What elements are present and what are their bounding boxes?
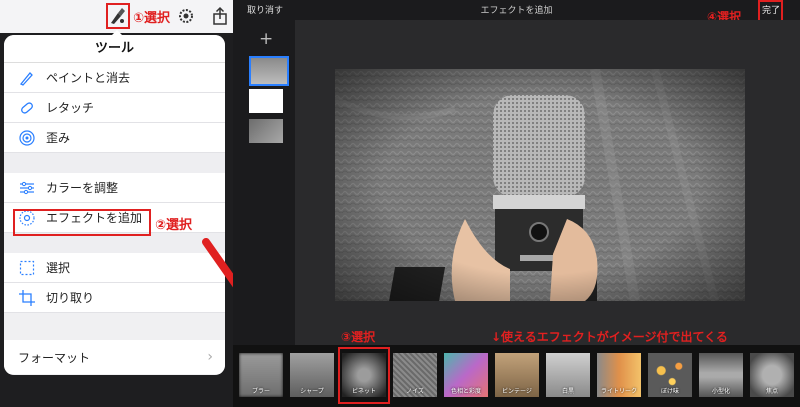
- effect-label: ビンテージ: [502, 388, 532, 395]
- effect-hue-saturation[interactable]: 色相と彩度: [444, 353, 488, 397]
- menu-item-label: 歪み: [46, 131, 71, 145]
- menu-group-draw: ペイントと消去 レタッチ 歪み: [4, 63, 225, 153]
- microphone-photo-image: [335, 69, 745, 301]
- page-thumbnail[interactable]: [249, 119, 283, 143]
- callout-effects-hint: ↓使えるエフェクトがイメージ付で出てくる: [491, 330, 728, 344]
- photo-microphone[interactable]: [335, 69, 745, 301]
- effect-noise[interactable]: ノイズ: [393, 353, 437, 397]
- effect-miniature[interactable]: 小型化: [699, 353, 743, 397]
- menu-item-adjust-color[interactable]: カラーを調整: [4, 173, 225, 203]
- effect-bokeh[interactable]: ぼけ味: [648, 353, 692, 397]
- menu-item-label: 切り取り: [46, 291, 95, 305]
- tools-popover: ツール ペイントと消去 レタッチ 歪み カラーを調整 エフェクトを追加 選択 切…: [4, 35, 225, 375]
- effect-label: 色相と彩度: [450, 388, 481, 395]
- settings-button[interactable]: [176, 6, 196, 26]
- page-thumbnails: +: [233, 26, 295, 346]
- effect-vintage[interactable]: ビンテージ: [495, 353, 539, 397]
- effects-strip: ブラー シャープ ビネット ノイズ 色相と彩度 ビンテージ 白黒 ライトリーク: [233, 345, 800, 407]
- group-divider: [4, 233, 225, 253]
- effect-focus[interactable]: 焦点: [750, 353, 794, 397]
- gear-icon: [179, 9, 193, 23]
- annotation-box-step3: [338, 347, 390, 404]
- tools-button[interactable]: [106, 3, 130, 29]
- callout-step2: ②選択: [155, 218, 193, 233]
- effect-light-leak[interactable]: ライトリーク: [597, 353, 641, 397]
- editor-pane: 取り消す エフェクトを追加 ④選択 完了 + ③選択 ↓使えるエフェクトがイメー…: [233, 0, 800, 407]
- effect-label: 小型化: [711, 388, 730, 395]
- menu-item-crop[interactable]: 切り取り: [4, 283, 225, 313]
- top-toolbar: ①選択: [0, 0, 233, 33]
- marquee-icon: [19, 260, 35, 275]
- crop-icon: [19, 289, 35, 306]
- menu-item-paint-erase[interactable]: ペイントと消去: [4, 63, 225, 93]
- menu-group-select: 選択 切り取り: [4, 253, 225, 313]
- share-button[interactable]: [210, 6, 230, 26]
- bandage-icon: [21, 101, 33, 114]
- effect-black-white[interactable]: 白黒: [546, 353, 590, 397]
- chevron-right-icon: ›: [207, 349, 213, 365]
- share-icon: [213, 6, 227, 25]
- menu-item-retouch[interactable]: レタッチ: [4, 93, 225, 123]
- callout-step1: ①選択: [133, 11, 171, 26]
- menu-item-format[interactable]: フォーマット ›: [4, 340, 225, 374]
- swirl-icon: [19, 129, 35, 146]
- add-page-button[interactable]: +: [259, 29, 273, 49]
- menu-item-distort[interactable]: 歪み: [4, 123, 225, 153]
- canvas-area: [295, 20, 800, 346]
- page-thumbnail[interactable]: [249, 89, 283, 113]
- effect-label: ぼけ味: [660, 388, 679, 395]
- effect-label: ノイズ: [406, 388, 424, 395]
- sliders-icon: [20, 181, 34, 194]
- menu-item-label: カラーを調整: [46, 181, 119, 195]
- effect-label: 焦点: [765, 388, 778, 395]
- effect-label: シャープ: [300, 388, 324, 395]
- done-button[interactable]: 完了: [762, 3, 780, 16]
- paintbrush-icon: [19, 71, 33, 86]
- left-pane: ①選択 ツール ペイントと消去 レタッチ 歪み カラーを調整 エフェクトを追加 …: [0, 0, 233, 407]
- effect-blur[interactable]: ブラー: [239, 353, 283, 397]
- brush-icon: [111, 8, 125, 24]
- effect-label: ライトリーク: [600, 388, 637, 395]
- menu-item-label: フォーマット: [18, 350, 91, 365]
- callout-step3: ③選択: [341, 330, 376, 344]
- annotation-box-step2: [13, 209, 151, 236]
- effect-label: ブラー: [251, 388, 270, 395]
- menu-item-label: ペイントと消去: [46, 71, 131, 85]
- page-thumbnail-selected[interactable]: [249, 56, 289, 86]
- menu-item-select[interactable]: 選択: [4, 253, 225, 283]
- menu-item-label: レタッチ: [46, 101, 95, 115]
- menu-item-label: 選択: [46, 261, 71, 275]
- effect-sharpen[interactable]: シャープ: [290, 353, 334, 397]
- popover-title: ツール: [4, 35, 225, 63]
- effect-label: 白黒: [561, 388, 574, 395]
- group-divider: [4, 153, 225, 173]
